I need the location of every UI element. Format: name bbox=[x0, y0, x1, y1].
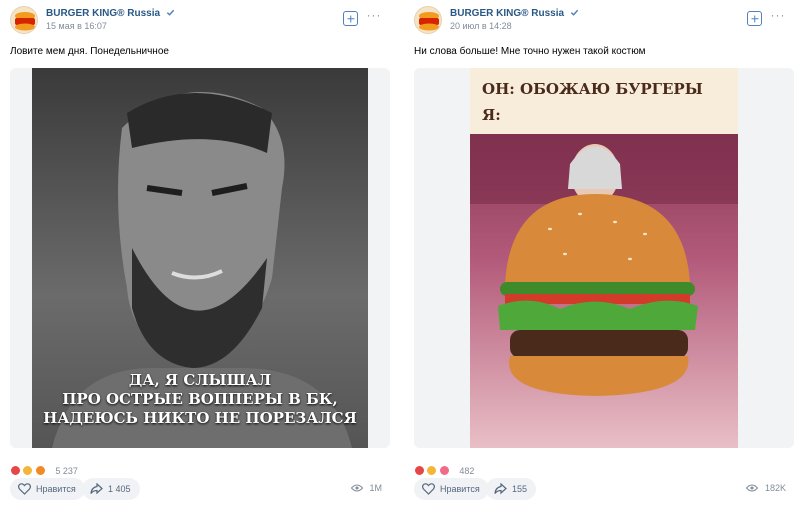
eye-icon bbox=[746, 484, 759, 492]
add-to-bookmarks-icon[interactable] bbox=[343, 11, 358, 26]
like-label: Нравится bbox=[440, 484, 480, 494]
verified-icon bbox=[166, 9, 175, 16]
more-options-icon[interactable]: ··· bbox=[770, 8, 786, 23]
post-text: Ловите мем дня. Понедельничное bbox=[10, 46, 169, 57]
post-author[interactable]: BURGER KING® Russia bbox=[46, 8, 175, 19]
post-actions: Нравится 155 182K bbox=[414, 478, 786, 502]
reactions-count: 5 237 bbox=[55, 465, 78, 476]
post-card-1: BURGER KING® Russia 15 мая в 16:07 ··· Л… bbox=[0, 0, 392, 506]
post-image[interactable]: ДА, Я СЛЫШАЛ ПРО ОСТРЫЕ ВОППЕРЫ В БК, НА… bbox=[10, 68, 390, 448]
reactions-summary[interactable]: 5 237 bbox=[10, 462, 78, 477]
share-icon bbox=[90, 483, 103, 495]
eye-icon bbox=[350, 484, 363, 492]
meme-image: ОН: ОБОЖАЮ БУРГЕРЫ Я: bbox=[470, 68, 738, 448]
meme-caption-line: НАДЕЮСЬ НИКТО НЕ ПОРЕЗАЛСЯ bbox=[43, 409, 357, 427]
laugh-reaction-icon bbox=[22, 465, 34, 477]
post-text: Ни слова больше! Мне точно нужен такой к… bbox=[414, 46, 646, 57]
share-count: 155 bbox=[512, 484, 528, 494]
reactions-summary[interactable]: 482 bbox=[414, 462, 475, 477]
share-count: 1 405 bbox=[108, 484, 131, 494]
burger-costume-photo bbox=[470, 134, 738, 448]
post-header: BURGER KING® Russia 20 июл в 14:28 ··· bbox=[414, 6, 786, 36]
post-author[interactable]: BURGER KING® Russia bbox=[450, 8, 579, 19]
share-button[interactable]: 155 bbox=[486, 478, 537, 500]
more-options-icon[interactable]: ··· bbox=[366, 8, 382, 23]
burger-costume-illustration bbox=[470, 134, 738, 396]
share-button[interactable]: 1 405 bbox=[82, 478, 140, 500]
heart-icon bbox=[18, 483, 31, 495]
heart-reaction-icon bbox=[10, 465, 21, 477]
post-actions: Нравится 1 405 1M bbox=[10, 478, 382, 502]
views-counter: 1M bbox=[350, 483, 382, 493]
author-name[interactable]: BURGER KING® Russia bbox=[46, 8, 160, 19]
fire-reaction-icon bbox=[34, 465, 46, 477]
share-icon bbox=[494, 483, 507, 495]
meme-caption-line: ДА, Я СЛЫШАЛ bbox=[128, 371, 272, 389]
meme-caption-line: Я: bbox=[482, 106, 501, 124]
like-button[interactable]: Нравится bbox=[414, 478, 489, 500]
post-date[interactable]: 15 мая в 16:07 bbox=[46, 21, 107, 31]
meme-caption-line: ОН: ОБОЖАЮ БУРГЕРЫ bbox=[482, 80, 703, 98]
heart-eyes-reaction-icon bbox=[438, 465, 450, 477]
like-button[interactable]: Нравится bbox=[10, 478, 85, 500]
author-name[interactable]: BURGER KING® Russia bbox=[450, 8, 564, 19]
views-count: 1M bbox=[369, 483, 382, 493]
like-label: Нравится bbox=[36, 484, 76, 494]
brand-avatar[interactable] bbox=[414, 6, 442, 34]
verified-icon bbox=[570, 9, 579, 16]
post-image[interactable]: ОН: ОБОЖАЮ БУРГЕРЫ Я: bbox=[414, 68, 794, 448]
views-counter: 182K bbox=[746, 483, 786, 493]
reactions-count: 482 bbox=[459, 465, 475, 476]
meme-image: ДА, Я СЛЫШАЛ ПРО ОСТРЫЕ ВОППЕРЫ В БК, НА… bbox=[32, 68, 368, 448]
post-date[interactable]: 20 июл в 14:28 bbox=[450, 21, 512, 31]
meme-caption-line: ПРО ОСТРЫЕ ВОППЕРЫ В БК, bbox=[62, 390, 338, 408]
heart-icon bbox=[422, 483, 435, 495]
post-header: BURGER KING® Russia 15 мая в 16:07 ··· bbox=[10, 6, 382, 36]
burger-king-logo-icon bbox=[419, 12, 439, 31]
brand-avatar[interactable] bbox=[10, 6, 38, 34]
meme-caption: ДА, Я СЛЫШАЛ ПРО ОСТРЫЕ ВОППЕРЫ В БК, НА… bbox=[32, 371, 368, 428]
post-card-2: BURGER KING® Russia 20 июл в 14:28 ··· Н… bbox=[404, 0, 796, 506]
meme-caption-panel: ОН: ОБОЖАЮ БУРГЕРЫ Я: bbox=[470, 68, 738, 134]
heart-reaction-icon bbox=[414, 465, 425, 477]
laugh-reaction-icon bbox=[426, 465, 438, 477]
burger-king-logo-icon bbox=[15, 12, 35, 31]
views-count: 182K bbox=[764, 483, 786, 493]
add-to-bookmarks-icon[interactable] bbox=[747, 11, 762, 26]
